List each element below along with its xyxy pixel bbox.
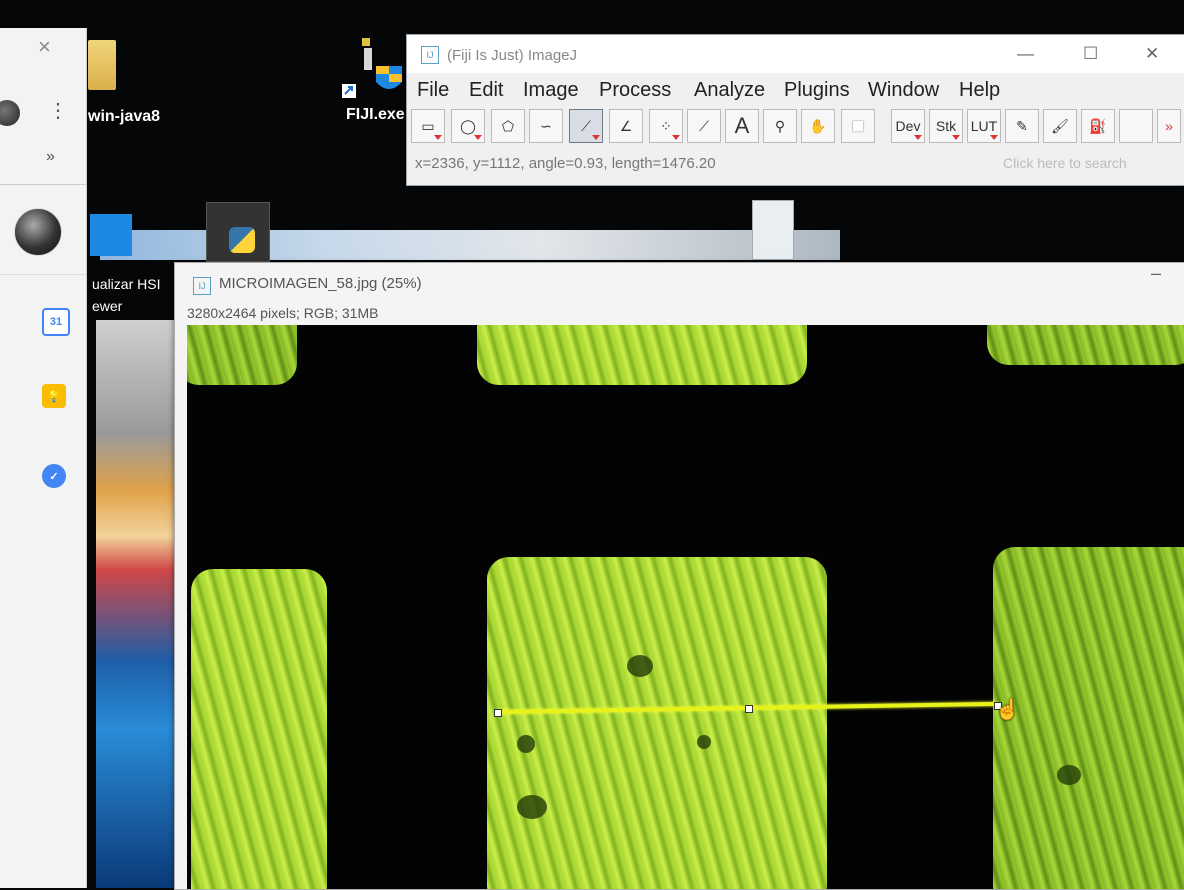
- menu-plugins[interactable]: Plugins: [784, 79, 850, 102]
- text-tool-icon[interactable]: A: [725, 109, 759, 143]
- empty-tool-slot: [1119, 109, 1153, 143]
- stacks-menu-icon[interactable]: Stk: [929, 109, 963, 143]
- tissue-region: [487, 557, 827, 889]
- imagej-logo-icon: IJ: [193, 277, 211, 295]
- freehand-tool-icon[interactable]: ∽: [529, 109, 563, 143]
- tool-bar: ▭ ◯ ⬠ ∽ ⟋ ∠ ⁘ ⟋ A ⚲ ✋ ■ Dev Stk LUT ✎ 🖌 …: [411, 107, 1181, 147]
- image-info: 3280x2464 pixels; RGB; 31MB: [187, 305, 379, 321]
- tissue-region: [191, 569, 327, 889]
- line-handle-start[interactable]: [494, 709, 502, 717]
- menu-window[interactable]: Window: [868, 79, 939, 102]
- image-window: IJ MICROIMAGEN_58.jpg (25%) – 3280x2464 …: [174, 262, 1184, 890]
- angle-tool-icon[interactable]: ∠: [609, 109, 643, 143]
- cell-spot: [517, 795, 547, 819]
- avatar[interactable]: [0, 100, 20, 126]
- dev-menu-icon[interactable]: Dev: [891, 109, 925, 143]
- imagej-main-window: IJ (Fiji Is Just) ImageJ — ☐ ✕ File Edit…: [406, 34, 1184, 186]
- calendar-icon[interactable]: 31: [42, 308, 70, 336]
- color-picker-tool-icon[interactable]: ■: [841, 109, 875, 143]
- menu-edit[interactable]: Edit: [469, 79, 503, 102]
- python-icon[interactable]: [206, 202, 270, 262]
- divider: [0, 274, 86, 275]
- more-options-icon[interactable]: ⋮: [48, 98, 68, 123]
- cell-spot: [517, 735, 535, 753]
- maximize-button[interactable]: ☐: [1083, 44, 1098, 64]
- rectangle-tool-icon[interactable]: ▭: [411, 109, 445, 143]
- hand-cursor-icon: ☝: [995, 699, 1020, 721]
- cell-spot: [627, 655, 653, 677]
- desktop-icon-label[interactable]: FIJI.exe: [346, 106, 405, 124]
- tissue-region: [987, 325, 1184, 365]
- minimize-button[interactable]: –: [1151, 263, 1161, 284]
- search-field[interactable]: Click here to search: [1003, 155, 1127, 171]
- brush-tool-icon[interactable]: 🖌: [1043, 109, 1077, 143]
- status-bar: x=2336, y=1112, angle=0.93, length=1476.…: [415, 155, 716, 172]
- tasks-icon[interactable]: ✓: [42, 464, 66, 488]
- oval-tool-icon[interactable]: ◯: [451, 109, 485, 143]
- fiji-exe-icon[interactable]: [340, 36, 404, 98]
- divider: [0, 184, 86, 185]
- expand-chevron-icon[interactable]: »: [46, 148, 55, 166]
- menu-process[interactable]: Process: [599, 79, 671, 102]
- cell-spot: [697, 735, 711, 749]
- tissue-region: [187, 325, 297, 385]
- desktop-icon-label[interactable]: ewer: [92, 298, 122, 314]
- window-title: MICROIMAGEN_58.jpg (25%): [219, 275, 422, 292]
- lut-menu-icon[interactable]: LUT: [967, 109, 1001, 143]
- browser-side-panel: × ⋮ » 31 💡 ✓: [0, 28, 87, 888]
- minimize-button[interactable]: —: [1017, 44, 1034, 64]
- title-bar[interactable]: IJ (Fiji Is Just) ImageJ — ☐ ✕: [407, 35, 1184, 73]
- window-title: (Fiji Is Just) ImageJ: [447, 47, 578, 64]
- menu-bar: File Edit Image Process Analyze Plugins …: [407, 73, 1184, 107]
- line-tool-icon[interactable]: ⟋: [569, 109, 603, 143]
- magnifier-tool-icon[interactable]: ⚲: [763, 109, 797, 143]
- line-handle-middle[interactable]: [745, 705, 753, 713]
- desktop-wallpaper: [96, 320, 176, 888]
- flood-fill-tool-icon[interactable]: ⛽: [1081, 109, 1115, 143]
- hand-tool-icon[interactable]: ✋: [801, 109, 835, 143]
- close-icon[interactable]: ×: [38, 34, 51, 60]
- tissue-region: [993, 547, 1184, 889]
- desktop-icon-label[interactable]: ualizar HSI: [92, 276, 160, 292]
- tissue-region: [477, 325, 807, 385]
- menu-help[interactable]: Help: [959, 79, 1000, 102]
- cell-spot: [1057, 765, 1081, 785]
- profile-avatar[interactable]: [14, 208, 62, 256]
- desktop-icon-label[interactable]: win-java8: [88, 108, 160, 126]
- document-icon[interactable]: [752, 200, 794, 260]
- app-tile-icon[interactable]: [90, 214, 132, 256]
- pencil-tool-icon[interactable]: ✎: [1005, 109, 1039, 143]
- polygon-tool-icon[interactable]: ⬠: [491, 109, 525, 143]
- more-tools-icon[interactable]: »: [1157, 109, 1181, 143]
- menu-file[interactable]: File: [417, 79, 449, 102]
- menu-analyze[interactable]: Analyze: [694, 79, 765, 102]
- image-canvas[interactable]: ☝: [187, 325, 1184, 889]
- multipoint-tool-icon[interactable]: ⁘: [649, 109, 683, 143]
- folder-icon[interactable]: [88, 40, 116, 90]
- imagej-logo-icon: IJ: [421, 46, 439, 64]
- keep-icon[interactable]: 💡: [42, 384, 66, 408]
- wand-tool-icon[interactable]: ⟋: [687, 109, 721, 143]
- menu-image[interactable]: Image: [523, 79, 579, 102]
- close-button[interactable]: ✕: [1145, 44, 1159, 64]
